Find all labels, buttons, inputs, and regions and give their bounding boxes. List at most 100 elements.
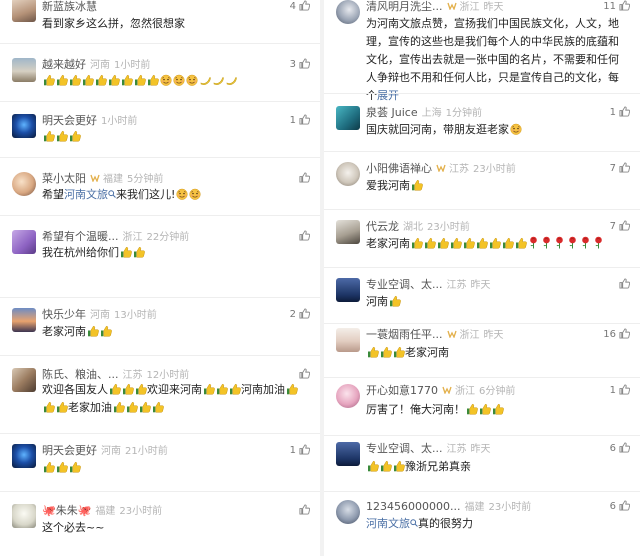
avatar[interactable] [336,162,360,186]
like-count: 7 [609,221,616,232]
comment-item[interactable]: 越来越好 河南 1小时前 3 [0,54,320,102]
comment-item[interactable]: 明天会更好 1小时前 1 [0,110,320,158]
thumbs-up-emoji-icon [69,461,81,473]
like-button[interactable]: 1 [290,114,311,128]
comment-item[interactable]: 代云龙 湖北 23小时前 7 老家河南 [324,216,640,268]
username[interactable]: 专业空调、太... [366,278,443,291]
avatar[interactable] [12,172,36,196]
like-button[interactable]: 2 [290,308,311,322]
location: 福建 [464,502,485,513]
topic-link[interactable]: 河南文旅 [366,517,410,530]
thumbs-up-emoji-icon [43,461,55,473]
comment-item[interactable]: 小阳佛语禅心 江苏 23小时前 7 爱我河南 [324,160,640,210]
smiley-emoji-icon [159,74,172,86]
thumbs-up-icon [299,308,311,319]
timestamp: 23小时前 [427,222,470,233]
avatar[interactable] [336,0,360,24]
username[interactable]: 小阳佛语禅心 [366,162,432,175]
comment-meta: 越来越好 河南 1小时前 [42,58,150,72]
username[interactable]: 快乐少年 [42,308,86,321]
emoji-group [119,246,145,259]
username[interactable]: 新蓝族冰慧 [42,0,97,13]
like-button[interactable]: 11 [603,0,631,14]
comment-meta: 一蓑烟雨任平... 浙江 昨天 [366,328,504,342]
avatar[interactable] [12,504,36,528]
like-button[interactable] [296,504,311,518]
rose-emoji-icon [554,236,565,249]
like-button[interactable]: 1 [610,106,631,120]
comment-item[interactable]: 专业空调、太... 江苏 昨天 6 豫浙兄弟真亲 [324,442,640,492]
like-button[interactable]: 1 [610,384,631,398]
comment-text: 爱我河南 [366,177,628,195]
username[interactable]: 专业空调、太... [366,442,443,455]
like-button[interactable] [296,368,311,382]
comment-item[interactable]: 快乐少年 河南 13小时前 2 老家河南 [0,306,320,356]
comment-item[interactable]: 专业空调、太... 江苏 昨天 河南 [324,274,640,324]
avatar[interactable] [336,106,360,130]
like-button[interactable]: 1 [290,444,311,458]
thumbs-up-emoji-icon [82,74,94,86]
comment-item[interactable]: 新蓝族冰慧 4 看到家乡这么拼，忽然很想家 [0,0,320,44]
username[interactable]: 代云龙 [366,220,399,233]
comment-item[interactable]: 明天会更好 河南 21小时前 1 [0,442,320,492]
comment-item[interactable]: 一蓑烟雨任平... 浙江 昨天 16 老家河南 [324,326,640,378]
comment-item[interactable]: 陈氏、粮油、... 江苏 12小时前 欢迎各国友人 欢迎来河南 河南加油 老家加油 [0,364,320,434]
like-button[interactable]: 16 [603,328,631,342]
comment-item[interactable]: 🐙朱朱🐙 福建 23小时前 这个必去~~ [0,500,320,550]
like-button[interactable] [296,230,311,244]
username[interactable]: 越来越好 [42,58,86,71]
username[interactable]: 开心如意1770 [366,384,438,397]
emoji-group [388,295,401,308]
thumbs-up-emoji-icon [380,460,392,472]
username[interactable]: 泉荟 Juice [366,106,418,119]
username[interactable]: 菜小太阳 [42,172,86,185]
like-button[interactable]: 7 [609,220,631,234]
avatar[interactable] [336,500,360,524]
avatar[interactable] [336,220,360,244]
comment-item[interactable]: 泉荟 Juice 上海 1分钟前 1 国庆就回河南，带朋友逛老家 [324,102,640,152]
thumbs-up-emoji-icon [87,325,99,337]
comment-item[interactable]: 清风明月洗尘... 浙江 昨天 11 为河南文旅点赞，宣扬我们中国民族文化，人文，地… [324,0,640,102]
like-button[interactable]: 7 [610,162,631,176]
username[interactable]: 123456000000... [366,500,460,513]
avatar[interactable] [12,444,36,468]
avatar[interactable] [336,384,360,408]
avatar[interactable] [12,114,36,138]
comment-item[interactable]: 菜小太阳 福建 5分钟前 希望河南文旅 来我们这儿! [0,168,320,216]
smiley-emoji-icon [172,74,185,86]
comment-item[interactable]: 希望有个温暖... 浙江 22分钟前 我在杭州给你们 [0,226,320,298]
username[interactable]: 希望有个温暖... [42,230,119,243]
like-button[interactable] [616,278,631,292]
comment-meta: 专业空调、太... 江苏 昨天 [366,278,491,292]
comment-item[interactable]: 开心如意1770 浙江 6分钟前 1 厉害了！俺大河南！ [324,384,640,436]
avatar[interactable] [12,0,36,22]
username[interactable]: 陈氏、粮油、... [42,368,119,381]
emoji-group [175,188,201,201]
like-button[interactable]: 6 [610,442,631,456]
avatar[interactable] [12,308,36,332]
username[interactable]: 清风明月洗尘... [366,0,443,13]
expand-link[interactable]: 展开 [377,89,399,102]
avatar[interactable] [336,328,360,352]
comment-meta: 明天会更好 河南 21小时前 [42,444,168,458]
thumbs-up-emoji-icon [489,237,501,249]
comment-item[interactable]: 123456000000... 福建 23小时前 6 河南文旅 真的很努力 [324,498,640,550]
like-button[interactable] [296,172,311,186]
username[interactable]: 明天会更好 [42,444,97,457]
username[interactable]: 🐙朱朱🐙 [42,504,91,517]
like-button[interactable]: 4 [290,0,311,14]
thumbs-up-emoji-icon [502,237,514,249]
avatar[interactable] [336,278,360,302]
thumbs-up-icon [299,444,311,455]
like-button[interactable]: 6 [610,500,631,514]
avatar[interactable] [336,442,360,466]
avatar[interactable] [12,58,36,82]
username[interactable]: 明天会更好 [42,114,97,127]
topic-link[interactable]: 河南文旅 [64,188,108,201]
username[interactable]: 一蓑烟雨任平... [366,328,443,341]
vip-badge-icon [446,329,457,343]
search-icon [410,519,418,527]
avatar[interactable] [12,230,36,254]
avatar[interactable] [12,368,36,392]
like-button[interactable]: 3 [290,58,311,72]
